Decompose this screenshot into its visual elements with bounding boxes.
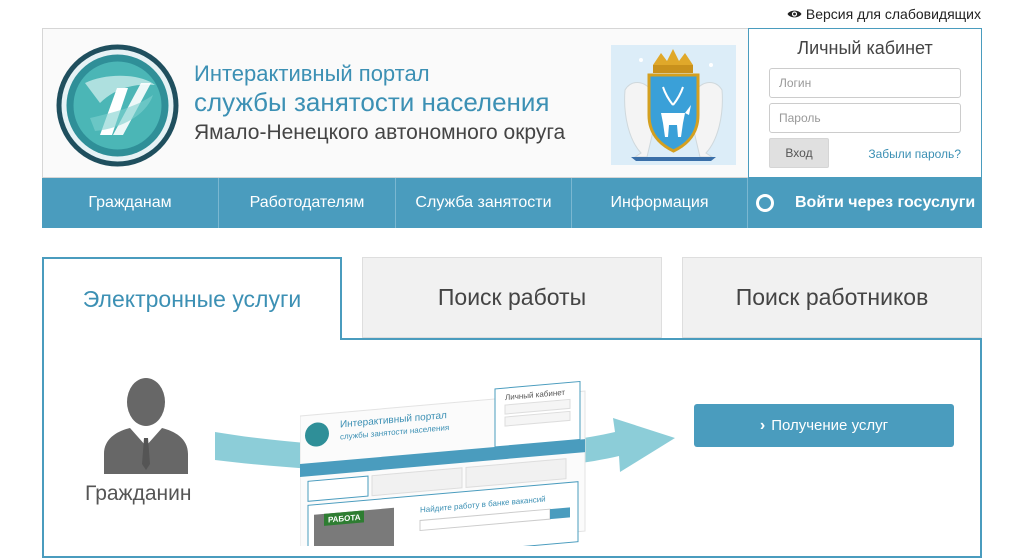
password-input[interactable] <box>769 103 961 133</box>
yanao-emblem-icon <box>611 45 736 165</box>
title-block: Интерактивный портал службы занятости на… <box>194 61 565 148</box>
top-bar: Версия для слабовидящих <box>0 4 1011 24</box>
low-vision-link[interactable]: Версия для слабовидящих <box>787 6 981 22</box>
gosuslugi-login-button[interactable]: Войти через госуслуги <box>748 178 982 228</box>
tab-e-services[interactable]: Электронные услуги <box>42 257 342 340</box>
login-title: Личный кабинет <box>797 38 933 58</box>
get-services-button[interactable]: › Получение услуг <box>694 404 954 447</box>
nav-item-information[interactable]: Информация <box>572 178 748 228</box>
portal-logo-icon[interactable] <box>55 43 180 168</box>
title-line-1: Интерактивный портал <box>194 61 430 86</box>
get-services-label: Получение услуг <box>771 417 889 434</box>
nav-item-citizens[interactable]: Гражданам <box>42 178 219 228</box>
login-box: Личный кабинет Вход Забыли пароль? <box>748 28 982 178</box>
main-nav: Гражданам Работодателям Служба занятости… <box>42 178 982 228</box>
chevron-right-icon: › <box>759 416 766 434</box>
citizen-icon <box>104 378 188 474</box>
citizen-label: Гражданин <box>85 482 192 505</box>
login-button[interactable]: Вход <box>769 138 829 168</box>
forgot-password-link[interactable]: Забыли пароль? <box>868 147 961 161</box>
title-line-2: службы занятости населения <box>194 87 550 117</box>
title-line-3: Ямало-Ненецкого автономного округа <box>194 121 566 144</box>
tab-job-search[interactable]: Поиск работы <box>362 257 662 338</box>
nav-item-employment-service[interactable]: Служба занятости <box>396 178 572 228</box>
tab-worker-search[interactable]: Поиск работников <box>682 257 982 338</box>
portal-preview-image: Интерактивный портал службы занятости на… <box>300 380 586 546</box>
eye-icon <box>787 10 802 18</box>
login-input[interactable] <box>769 68 961 98</box>
nav-item-employers[interactable]: Работодателям <box>219 178 396 228</box>
gosuslugi-icon <box>756 194 774 212</box>
gosuslugi-label: Войти через госуслуги <box>795 194 976 211</box>
low-vision-label: Версия для слабовидящих <box>805 6 981 22</box>
